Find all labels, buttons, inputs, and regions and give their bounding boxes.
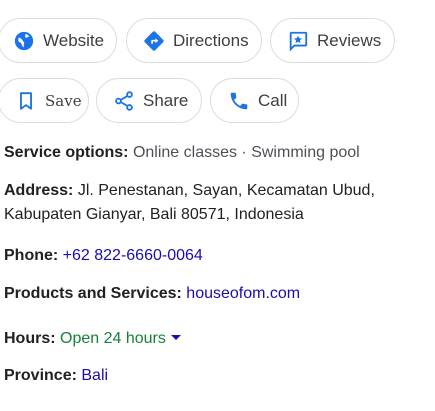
province-row: Province: Bali bbox=[4, 364, 431, 388]
hours-label: Hours: bbox=[4, 330, 56, 347]
products-label: Products and Services: bbox=[4, 285, 182, 302]
directions-icon bbox=[143, 30, 165, 52]
place-details-panel: Website Directions Reviews Save Share Ca… bbox=[0, 0, 435, 411]
save-button[interactable]: Save bbox=[0, 78, 89, 123]
share-button[interactable]: Share bbox=[96, 78, 202, 123]
products-row: Products and Services: houseofom.com bbox=[4, 282, 431, 306]
address-value-line2: Kabupaten Gianyar, Bali 80571, Indonesia bbox=[4, 206, 304, 223]
hours-row: Hours: Open 24 hours bbox=[4, 327, 431, 351]
reviews-button[interactable]: Reviews bbox=[270, 18, 395, 63]
share-icon bbox=[113, 90, 135, 112]
chevron-down-icon bbox=[170, 335, 181, 341]
call-button[interactable]: Call bbox=[210, 78, 299, 123]
bookmark-icon bbox=[15, 90, 37, 112]
province-link[interactable]: Bali bbox=[81, 367, 108, 384]
hours-value: Open 24 hours bbox=[60, 330, 166, 347]
directions-button-label: Directions bbox=[173, 30, 249, 50]
reviews-icon bbox=[287, 30, 309, 52]
service-options-label: Service options: bbox=[4, 144, 129, 161]
service-options-row: Service options: Online classes · Swimmi… bbox=[4, 141, 431, 165]
website-button-label: Website bbox=[43, 30, 105, 50]
province-label: Province: bbox=[4, 367, 77, 384]
call-button-label: Call bbox=[258, 90, 288, 110]
address-row: Address: Jl. Penestanan, Sayan, Kecamata… bbox=[4, 179, 431, 227]
hours-toggle[interactable]: Open 24 hours bbox=[60, 330, 181, 347]
phone-icon bbox=[228, 90, 250, 112]
phone-row: Phone: +62 822-6660-0064 bbox=[4, 244, 431, 268]
share-button-label: Share bbox=[143, 90, 189, 110]
directions-button[interactable]: Directions bbox=[126, 18, 262, 63]
phone-link[interactable]: +62 822-6660-0064 bbox=[63, 247, 203, 264]
save-button-label: Save bbox=[45, 91, 82, 110]
phone-label: Phone: bbox=[4, 247, 59, 264]
address-label: Address: bbox=[4, 182, 74, 199]
products-link[interactable]: houseofom.com bbox=[186, 285, 300, 302]
service-options-value: Online classes · Swimming pool bbox=[132, 144, 360, 161]
website-button[interactable]: Website bbox=[0, 18, 117, 63]
reviews-button-label: Reviews bbox=[317, 30, 382, 50]
address-value-line1: Jl. Penestanan, Sayan, Kecamatan Ubud, bbox=[77, 182, 375, 199]
globe-icon bbox=[13, 30, 35, 52]
